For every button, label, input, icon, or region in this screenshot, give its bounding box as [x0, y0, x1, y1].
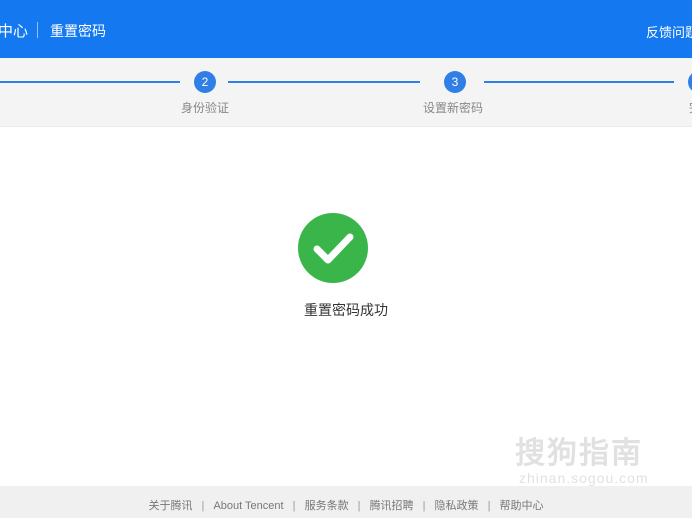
check-icon: [313, 233, 354, 264]
success-message: 重置密码成功: [304, 302, 388, 318]
step-3-number: 3: [444, 71, 466, 93]
step-2-number: 2: [194, 71, 216, 93]
page-title: 重置密码: [50, 23, 106, 39]
step-4-number: 4: [688, 71, 692, 93]
step-line-1: [0, 81, 180, 83]
top-bar: 中心 重置密码 反馈问题: [0, 0, 692, 58]
step-line-3: [484, 81, 674, 83]
footer-separator: |: [201, 500, 205, 512]
footer-separator: |: [487, 500, 491, 512]
check-circle-icon: [298, 213, 368, 283]
footer-link-about-en[interactable]: About Tencent: [213, 500, 283, 512]
step-progress: 2 3 4 身份验证 设置新密码 完成: [0, 58, 692, 127]
step-line-2: [228, 81, 420, 83]
header-divider: [37, 22, 38, 38]
brand-title[interactable]: 中心: [0, 20, 28, 41]
footer-separator: |: [357, 500, 361, 512]
step-2-label: 身份验证: [181, 101, 230, 115]
footer: 关于腾讯 | About Tencent | 服务条款 | 腾讯招聘 | 隐私政…: [0, 486, 692, 518]
feedback-link[interactable]: 反馈问题: [646, 22, 692, 41]
footer-link-about[interactable]: 关于腾讯: [148, 500, 192, 512]
footer-link-help[interactable]: 帮助中心: [500, 500, 544, 512]
footer-link-terms[interactable]: 服务条款: [305, 500, 349, 512]
watermark-url: zhinan.sogou.com: [519, 470, 649, 486]
footer-link-privacy[interactable]: 隐私政策: [435, 500, 479, 512]
footer-link-careers[interactable]: 腾讯招聘: [370, 500, 414, 512]
step-3-label: 设置新密码: [423, 101, 484, 115]
watermark-logo: 搜狗指南: [515, 437, 643, 470]
footer-separator: |: [422, 500, 426, 512]
watermark: 搜狗指南 zhinan.sogou.com: [515, 428, 648, 486]
footer-separator: |: [292, 500, 296, 512]
